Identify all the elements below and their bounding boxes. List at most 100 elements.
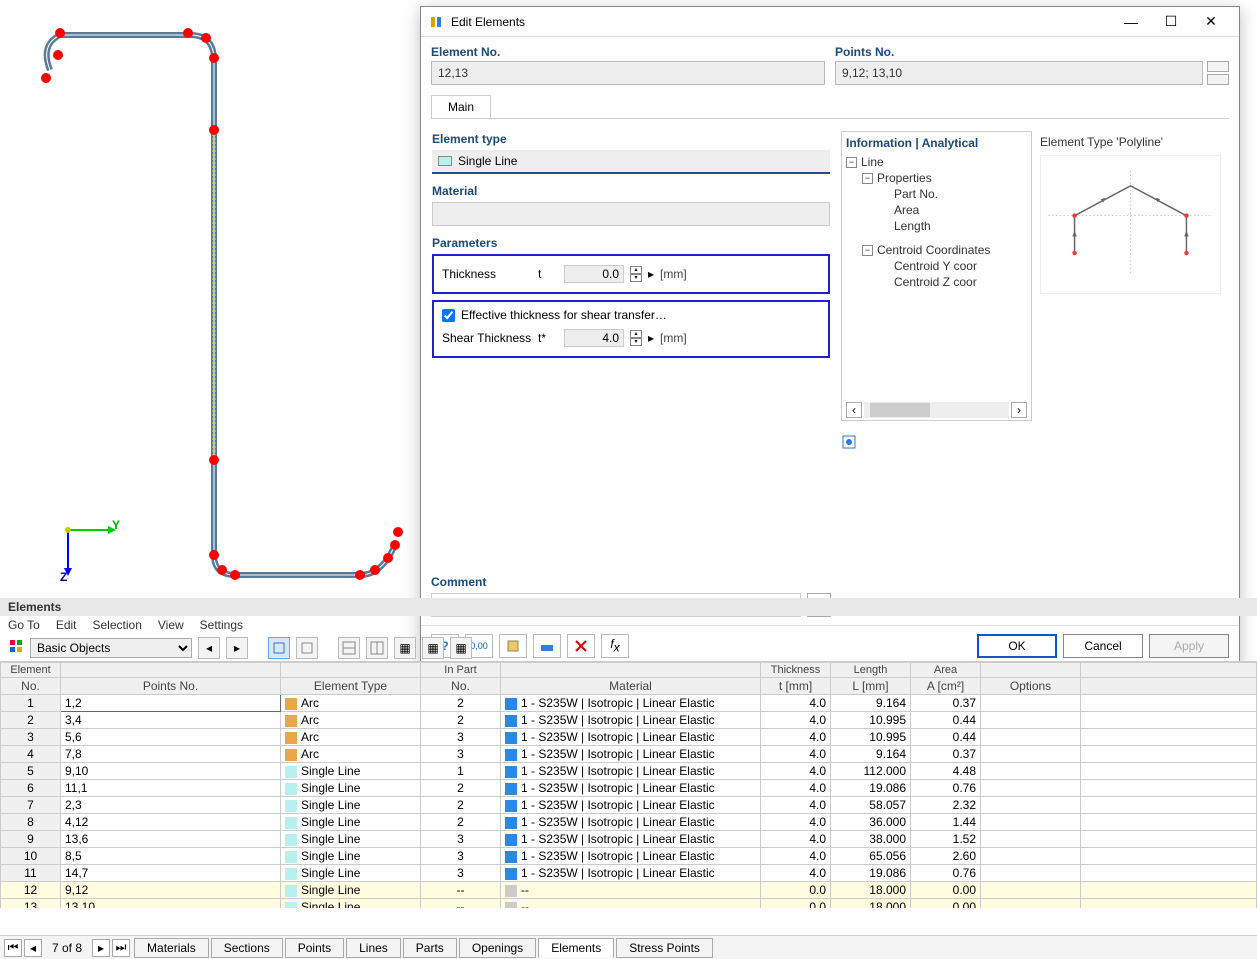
element-preview — [1040, 155, 1221, 294]
parameters-label: Parameters — [432, 236, 830, 250]
table-row[interactable]: 23,4Arc21 - S235W | Isotropic | Linear E… — [1, 712, 1257, 729]
tab-elements[interactable]: Elements — [538, 938, 614, 958]
table-row[interactable]: 129,12Single Line----0.018.0000.00 — [1, 882, 1257, 899]
table-row[interactable]: 108,5Single Line31 - S235W | Isotropic |… — [1, 848, 1257, 865]
effective-thickness-label: Effective thickness for shear transfer… — [461, 308, 667, 322]
element-type-select[interactable]: Single Line — [432, 150, 830, 174]
tab-main[interactable]: Main — [431, 95, 491, 118]
points-no-label: Points No. — [835, 45, 1203, 59]
menu-edit[interactable]: Edit — [56, 618, 77, 632]
nav-prev[interactable]: ◂ — [24, 939, 42, 957]
table-row[interactable]: 84,12Single Line21 - S235W | Isotropic |… — [1, 814, 1257, 831]
material-select[interactable] — [432, 202, 830, 226]
grid-btn-1[interactable] — [338, 637, 360, 659]
tab-materials[interactable]: Materials — [134, 938, 209, 958]
nav-prev-button[interactable]: ◂ — [198, 637, 220, 659]
filter-button-2[interactable] — [296, 637, 318, 659]
dialog-tabs: Main — [431, 95, 1229, 119]
dialog-titlebar[interactable]: Edit Elements — ☐ ✕ — [421, 7, 1239, 37]
material-label: Material — [432, 184, 830, 198]
grid-btn-4[interactable]: ▦ — [422, 637, 444, 659]
table-row[interactable]: 11,2Arc21 - S235W | Isotropic | Linear E… — [1, 695, 1257, 712]
table-row[interactable]: 913,6Single Line31 - S235W | Isotropic |… — [1, 831, 1257, 848]
nav-next-button[interactable]: ▸ — [226, 637, 248, 659]
close-button[interactable]: ✕ — [1191, 8, 1231, 36]
element-type-swatch — [438, 156, 452, 166]
effective-thickness-checkbox[interactable] — [442, 309, 455, 322]
info-scroll-right[interactable]: › — [1011, 402, 1027, 418]
thickness-box: Thickness t ▴▾ ▸ [mm] — [432, 254, 830, 294]
tab-stress-points[interactable]: Stress Points — [616, 938, 713, 958]
menu-view[interactable]: View — [158, 618, 184, 632]
table-row[interactable]: 1313,10Single Line----0.018.0000.00 — [1, 899, 1257, 909]
shear-thickness-unit: [mm] — [660, 331, 687, 345]
grid-btn-5[interactable]: ▦ — [450, 637, 472, 659]
tree-expand-props[interactable]: − — [862, 173, 873, 184]
pick-points-button[interactable] — [1207, 61, 1229, 72]
info-panel: Information | Analytical −Line −Properti… — [841, 131, 1032, 421]
thickness-input[interactable] — [564, 265, 624, 283]
table-row[interactable]: 611,1Single Line21 - S235W | Isotropic |… — [1, 780, 1257, 797]
model-svg — [0, 0, 420, 598]
filter-button-1[interactable] — [268, 637, 290, 659]
table-row[interactable]: 1114,7Single Line31 - S235W | Isotropic … — [1, 865, 1257, 882]
table-row[interactable]: 59,10Single Line11 - S235W | Isotropic |… — [1, 763, 1257, 780]
nav-last[interactable]: ⏭ — [112, 939, 130, 957]
info-scroll-left[interactable]: ‹ — [846, 402, 862, 418]
thickness-spinner[interactable]: ▴▾ — [630, 266, 642, 282]
tab-parts[interactable]: Parts — [403, 938, 457, 958]
grid-btn-2[interactable] — [366, 637, 388, 659]
thickness-label: Thickness — [442, 267, 532, 281]
info-label: Information | Analytical — [846, 136, 1027, 150]
edit-elements-dialog: Edit Elements — ☐ ✕ Element No. Points N… — [420, 6, 1240, 666]
nav-next[interactable]: ▸ — [92, 939, 110, 957]
dialog-icon — [429, 14, 445, 30]
element-no-label: Element No. — [431, 45, 825, 59]
comment-label: Comment — [431, 575, 831, 589]
bottom-nav: ⏮ ◂ 7 of 8 ▸ ⏭ MaterialsSectionsPointsLi… — [0, 935, 1257, 959]
model-canvas[interactable]: Y Z — [0, 0, 420, 598]
elements-table[interactable]: ElementIn PartThicknessLengthArea No.Poi… — [0, 662, 1257, 908]
page-indicator: 7 of 8 — [44, 941, 90, 955]
table-row[interactable]: 72,3Single Line21 - S235W | Isotropic | … — [1, 797, 1257, 814]
tab-openings[interactable]: Openings — [459, 938, 536, 958]
nav-first[interactable]: ⏮ — [4, 939, 22, 957]
tree-expand-centroid[interactable]: − — [862, 245, 873, 256]
minimize-button[interactable]: — — [1111, 8, 1151, 36]
shear-thickness-step[interactable]: ▸ — [648, 331, 654, 345]
object-combo[interactable]: Basic Objects — [30, 638, 192, 658]
shear-thickness-input[interactable] — [564, 329, 624, 347]
pick-points-button-2[interactable] — [1207, 74, 1229, 85]
panel-menu: Go To Edit Selection View Settings — [0, 616, 1257, 634]
preview-options-button[interactable] — [841, 434, 857, 453]
menu-settings[interactable]: Settings — [200, 618, 243, 632]
tree-expand-line[interactable]: − — [846, 157, 857, 168]
menu-go-to[interactable]: Go To — [8, 618, 40, 632]
shear-box: Effective thickness for shear transfer… … — [432, 300, 830, 358]
preview-label: Element Type 'Polyline' — [1040, 135, 1221, 149]
tab-sections[interactable]: Sections — [211, 938, 283, 958]
shear-thickness-label: Shear Thickness — [442, 331, 532, 345]
element-type-value: Single Line — [458, 154, 517, 168]
info-tree[interactable]: −Line −Properties Part No. Area Length −… — [846, 154, 1027, 290]
thickness-step[interactable]: ▸ — [648, 267, 654, 281]
maximize-button[interactable]: ☐ — [1151, 8, 1191, 36]
points-no-input[interactable] — [835, 61, 1203, 85]
axis-indicator: Y Z — [58, 520, 118, 583]
tab-lines[interactable]: Lines — [346, 938, 401, 958]
elements-panel: Elements Go ToEditSelectionViewSettings … — [0, 598, 1257, 908]
tab-points[interactable]: Points — [285, 938, 344, 958]
thickness-unit: [mm] — [660, 267, 687, 281]
shear-thickness-symbol: t* — [538, 331, 558, 345]
element-type-label: Element type — [432, 132, 830, 146]
table-row[interactable]: 47,8Arc31 - S235W | Isotropic | Linear E… — [1, 746, 1257, 763]
grid-btn-3[interactable]: ▦ — [394, 637, 416, 659]
dialog-title: Edit Elements — [451, 15, 1111, 29]
panel-title: Elements — [0, 598, 1257, 616]
element-no-input[interactable] — [431, 61, 825, 85]
thickness-symbol: t — [538, 267, 558, 281]
basic-objects-icon — [8, 638, 24, 657]
shear-thickness-spinner[interactable]: ▴▾ — [630, 330, 642, 346]
table-row[interactable]: 35,6Arc31 - S235W | Isotropic | Linear E… — [1, 729, 1257, 746]
menu-selection[interactable]: Selection — [93, 618, 142, 632]
